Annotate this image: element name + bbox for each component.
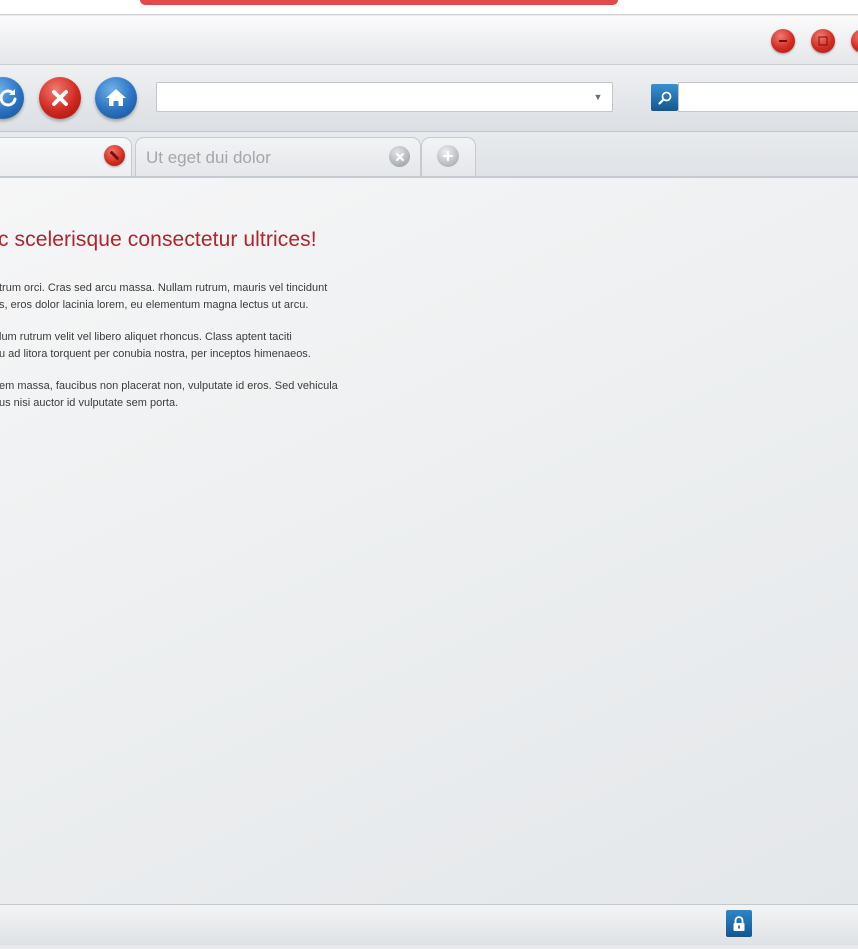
refresh-icon (0, 89, 17, 107)
chevron-down-icon: ▼ (593, 92, 603, 102)
home-icon (106, 89, 126, 106)
paragraph-2-line-1: lum rutrum velit vel libero aliquet rhon… (0, 331, 292, 343)
page-heading: c scelerisque consectetur ultrices! (0, 228, 317, 251)
address-input[interactable] (157, 83, 582, 111)
paragraph-1-line-1: trum orci. Cras sed arcu massa. Nullam r… (0, 282, 328, 294)
browser-screenshot: ▼ Ut eget dui dolor c scelerisque consec… (0, 0, 858, 949)
top-accent-bar (140, 0, 618, 5)
close-tab-button[interactable] (104, 145, 125, 166)
stop-icon (52, 90, 68, 106)
maximize-icon (818, 36, 828, 46)
address-bar[interactable]: ▼ (156, 82, 613, 112)
search-icon (657, 91, 671, 105)
paragraph-2-line-2: u ad litora torquent per conubia nostra,… (0, 348, 311, 360)
close-icon (395, 152, 404, 161)
new-tab-icon-button[interactable] (437, 145, 459, 167)
search-field[interactable] (678, 82, 858, 112)
paragraph-3-line-2: us nisi auctor id vulputate sem porta. (0, 397, 179, 409)
search-button[interactable] (651, 84, 678, 111)
home-button[interactable] (95, 77, 137, 119)
paragraph-3-line-1: em massa, faucibus non placerat non, vul… (0, 380, 338, 392)
paragraph-3: em massa, faucibus non placerat non, vul… (0, 378, 419, 412)
lock-icon (733, 915, 745, 931)
paragraph-1: trum orci. Cras sed arcu massa. Nullam r… (0, 280, 419, 314)
close-icon (109, 150, 120, 161)
title-bar (0, 16, 858, 65)
tab-title: Ut eget dui dolor (146, 148, 271, 167)
minimize-button[interactable] (771, 29, 795, 53)
stop-button[interactable] (39, 77, 81, 119)
maximize-button[interactable] (811, 29, 835, 53)
security-lock-button[interactable] (726, 910, 752, 937)
minimize-icon (779, 40, 787, 42)
search-input[interactable] (679, 83, 858, 111)
address-dropdown-button[interactable]: ▼ (584, 83, 612, 111)
plus-icon (442, 150, 454, 162)
paragraph-2: lum rutrum velit vel libero aliquet rhon… (0, 329, 419, 363)
close-tab-button-inactive[interactable] (389, 146, 410, 167)
paragraph-1-line-2: s, eros dolor lacinia lorem, eu elementu… (0, 299, 309, 311)
